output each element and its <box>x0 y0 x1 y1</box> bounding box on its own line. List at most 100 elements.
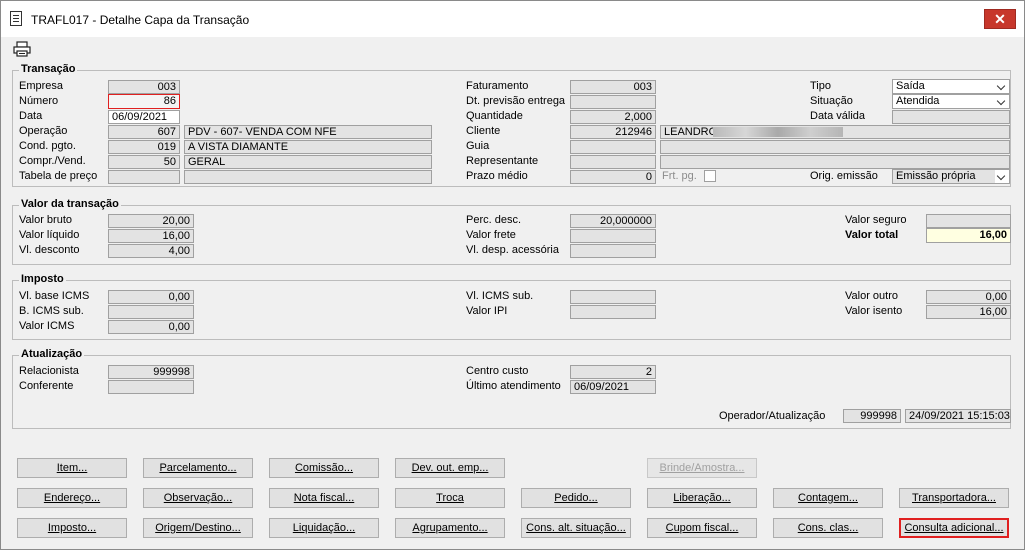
dev-out-emp-button[interactable]: Dev. out. emp... <box>395 458 505 478</box>
parcelamento-button[interactable]: Parcelamento... <box>143 458 253 478</box>
comissao-button[interactable]: Comissão... <box>269 458 379 478</box>
valor-total-label: Valor total <box>845 229 899 241</box>
title-bar[interactable]: TRAFL017 - Detalhe Capa da Transação ✕ <box>1 1 1024 37</box>
dt-previsao-field[interactable] <box>570 95 656 109</box>
endereco-button[interactable]: Endereço... <box>17 488 127 508</box>
cond-pgto-label: Cond. pgto. <box>19 140 76 152</box>
vl-base-icms-field[interactable]: 0,00 <box>108 290 194 304</box>
relacionista-label: Relacionista <box>19 365 79 377</box>
perc-desc-field[interactable]: 20,000000 <box>570 214 656 228</box>
cliente-name-text: LEANDRO <box>664 126 718 138</box>
contagem-button[interactable]: Contagem... <box>773 488 883 508</box>
guia-label: Guia <box>466 140 490 152</box>
b-icms-sub-label: B. ICMS sub. <box>19 305 84 317</box>
operacao-desc-field: PDV - 607- VENDA COM NFE <box>184 125 432 139</box>
vl-desp-acessoria-field[interactable] <box>570 244 656 258</box>
imposto-legend: Imposto <box>19 273 66 285</box>
cliente-code-field[interactable]: 212946 <box>570 125 656 139</box>
valor-bruto-label: Valor bruto <box>19 214 72 226</box>
chevron-down-icon[interactable] <box>995 95 1009 108</box>
valor-frete-label: Valor frete <box>466 229 516 241</box>
liquidacao-button[interactable]: Liquidação... <box>269 518 379 538</box>
window-title: TRAFL017 - Detalhe Capa da Transação <box>31 13 250 27</box>
perc-desc-label: Perc. desc. <box>466 214 522 226</box>
chevron-down-icon[interactable] <box>995 170 1009 183</box>
orig-emissao-select[interactable]: Emissão própria <box>892 169 1010 184</box>
tabela-preco-code-field[interactable] <box>108 170 180 184</box>
operador-field[interactable]: 999998 <box>843 409 901 423</box>
vl-icms-sub-field[interactable] <box>570 290 656 304</box>
valor-group: Valor da transação Valor bruto 20,00 Val… <box>12 198 1011 265</box>
representante-label: Representante <box>466 155 539 167</box>
pedido-button[interactable]: Pedido... <box>521 488 631 508</box>
data-atualizacao-field[interactable]: 24/09/2021 15:15:03 <box>905 409 1011 423</box>
data-valida-field[interactable] <box>892 110 1010 124</box>
cupom-fiscal-button[interactable]: Cupom fiscal... <box>647 518 757 538</box>
cond-pgto-code-field[interactable]: 019 <box>108 140 180 154</box>
tipo-label: Tipo <box>810 80 831 92</box>
centro-custo-field[interactable]: 2 <box>570 365 656 379</box>
tipo-select[interactable]: Saída <box>892 79 1010 94</box>
compr-vend-code-field[interactable]: 50 <box>108 155 180 169</box>
situacao-select[interactable]: Atendida <box>892 94 1010 109</box>
data-label: Data <box>19 110 43 122</box>
frt-pg-checkbox[interactable] <box>704 170 716 182</box>
dt-previsao-label: Dt. previsão entrega <box>466 95 566 107</box>
cliente-name-field: LEANDRO <box>660 125 1010 139</box>
brinde-amostra-button[interactable]: Brinde/Amostra... <box>647 458 757 478</box>
tabela-preco-label: Tabela de preço <box>19 170 98 182</box>
chevron-down-icon[interactable] <box>995 80 1009 93</box>
item-button[interactable]: Item... <box>17 458 127 478</box>
redacted-mask <box>713 127 843 137</box>
atualizacao-legend: Atualização <box>19 348 85 360</box>
prazo-medio-field[interactable]: 0 <box>570 170 656 184</box>
valor-seguro-field[interactable] <box>926 214 1011 228</box>
consulta-adicional-button[interactable]: Consulta adicional... <box>899 518 1009 538</box>
data-field[interactable]: 06/09/2021 <box>108 110 180 124</box>
observacao-button[interactable]: Observação... <box>143 488 253 508</box>
imposto-group: Imposto Vl. base ICMS 0,00 B. ICMS sub. … <box>12 273 1011 340</box>
tabela-preco-desc-field <box>184 170 432 184</box>
valor-seguro-label: Valor seguro <box>845 214 907 226</box>
origem-destino-button[interactable]: Origem/Destino... <box>143 518 253 538</box>
valor-liquido-field[interactable]: 16,00 <box>108 229 194 243</box>
b-icms-sub-field[interactable] <box>108 305 194 319</box>
data-valida-label: Data válida <box>810 110 866 122</box>
centro-custo-label: Centro custo <box>466 365 529 377</box>
agrupamento-button[interactable]: Agrupamento... <box>395 518 505 538</box>
valor-isento-field[interactable]: 16,00 <box>926 305 1011 319</box>
close-button[interactable]: ✕ <box>984 9 1016 29</box>
valor-outro-field[interactable]: 0,00 <box>926 290 1011 304</box>
empresa-label: Empresa <box>19 80 64 92</box>
operacao-code-field[interactable]: 607 <box>108 125 180 139</box>
cons-clas-button[interactable]: Cons. clas... <box>773 518 883 538</box>
nota-fiscal-button[interactable]: Nota fiscal... <box>269 488 379 508</box>
imposto-button[interactable]: Imposto... <box>17 518 127 538</box>
valor-bruto-field[interactable]: 20,00 <box>108 214 194 228</box>
guia-code-field[interactable] <box>570 140 656 154</box>
transportadora-button[interactable]: Transportadora... <box>899 488 1009 508</box>
conferente-field[interactable] <box>108 380 194 394</box>
representante-code-field[interactable] <box>570 155 656 169</box>
liberacao-button[interactable]: Liberação... <box>647 488 757 508</box>
relacionista-field[interactable]: 999998 <box>108 365 194 379</box>
guia-desc-field <box>660 140 1010 154</box>
valor-frete-field[interactable] <box>570 229 656 243</box>
troca-button[interactable]: Troca <box>395 488 505 508</box>
numero-field[interactable]: 86 <box>108 94 180 109</box>
faturamento-field[interactable]: 003 <box>570 80 656 94</box>
valor-icms-field[interactable]: 0,00 <box>108 320 194 334</box>
main-window: TRAFL017 - Detalhe Capa da Transação ✕ T… <box>0 0 1025 550</box>
transacao-group: Transação Empresa 003 Número 86 Data 06/… <box>12 63 1011 187</box>
valor-total-field[interactable]: 16,00 <box>926 228 1011 243</box>
valor-liquido-label: Valor líquido <box>19 229 80 241</box>
valor-ipi-field[interactable] <box>570 305 656 319</box>
ultimo-atendimento-field[interactable]: 06/09/2021 <box>570 380 656 394</box>
vl-desconto-field[interactable]: 4,00 <box>108 244 194 258</box>
cons-alt-situacao-button[interactable]: Cons. alt. situação... <box>521 518 631 538</box>
orig-emissao-label: Orig. emissão <box>810 170 878 182</box>
empresa-field[interactable]: 003 <box>108 80 180 94</box>
quantidade-field[interactable]: 2,000 <box>570 110 656 124</box>
printer-icon[interactable] <box>13 41 31 57</box>
tipo-value: Saída <box>896 80 925 92</box>
